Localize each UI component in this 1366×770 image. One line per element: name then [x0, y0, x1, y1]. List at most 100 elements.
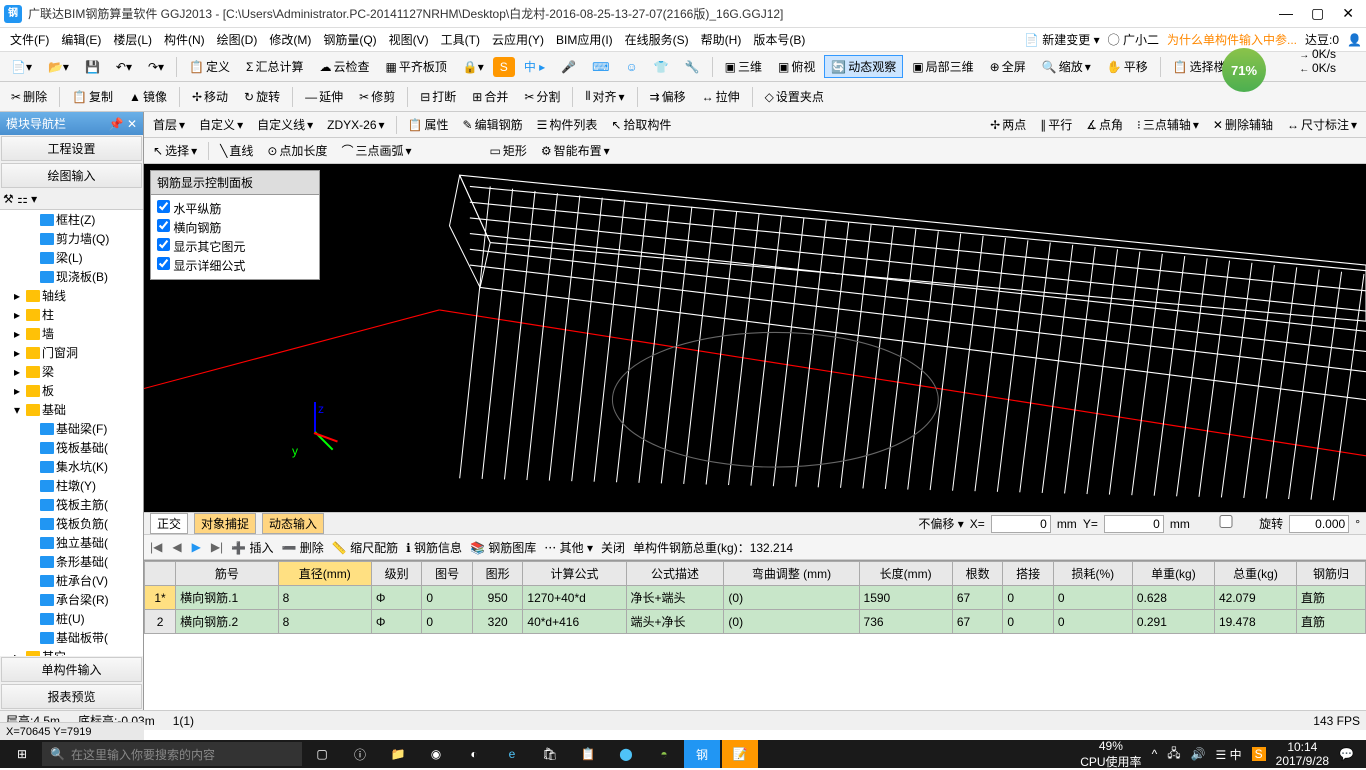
col-header[interactable]: 长度(mm)	[859, 562, 952, 586]
minimize-button[interactable]: —	[1279, 5, 1293, 22]
grid-cell[interactable]: 1590	[859, 586, 952, 610]
taskbar-search[interactable]: 🔍 在这里输入你要搜索的内容	[42, 742, 302, 766]
col-header[interactable]	[145, 562, 176, 586]
delete-button[interactable]: ✂ 删除	[4, 85, 54, 108]
grid-cell[interactable]: 0	[1053, 610, 1132, 634]
redo-button[interactable]: ↷▾	[141, 57, 171, 77]
tree-node[interactable]: ▾ 基础	[0, 400, 143, 419]
merge-button[interactable]: ⊞ 合并	[465, 85, 515, 108]
props-button[interactable]: 📋 属性	[403, 115, 454, 134]
trim-button[interactable]: ✂ 修剪	[352, 85, 402, 108]
tray-s-icon[interactable]: S	[1252, 747, 1266, 761]
shirt-icon[interactable]: 👕	[647, 57, 676, 77]
zoom-button[interactable]: 🔍 缩放 ▾	[1035, 55, 1098, 78]
grid-cell[interactable]: 0	[1003, 610, 1054, 634]
code-select[interactable]: ZDYX-26 ▾	[322, 117, 389, 133]
3d-button[interactable]: ▣ 三维	[718, 55, 769, 78]
tree-node[interactable]: 现浇板(B)	[0, 267, 143, 286]
align-top-button[interactable]: ▦ 平齐板顶	[378, 55, 453, 78]
s-button[interactable]: S	[493, 57, 515, 77]
tree-node[interactable]: 基础板带(	[0, 628, 143, 647]
rotate-checkbox[interactable]	[1196, 515, 1256, 528]
grid-cell[interactable]: 42.079	[1214, 586, 1296, 610]
col-header[interactable]: 计算公式	[523, 562, 626, 586]
grid-cell[interactable]: 2	[145, 610, 176, 634]
grid-cell[interactable]: Φ	[371, 610, 422, 634]
grid-cell[interactable]: 端头+净长	[626, 610, 724, 634]
app5-icon[interactable]: ◓	[646, 740, 682, 768]
custom-select[interactable]: 自定义 ▾	[194, 115, 248, 134]
col-header[interactable]: 公式描述	[626, 562, 724, 586]
close-button[interactable]: 关闭	[601, 539, 625, 556]
grid-cell[interactable]: 0.628	[1132, 586, 1214, 610]
app4-icon[interactable]: ⬤	[608, 740, 644, 768]
fullscreen-button[interactable]: ⊕ 全屏	[983, 55, 1033, 78]
col-header[interactable]: 损耗(%)	[1053, 562, 1132, 586]
save-button[interactable]: 💾	[78, 57, 107, 77]
x-input[interactable]	[991, 515, 1051, 533]
tray-ime-icon[interactable]: ☰ 中	[1216, 746, 1242, 763]
point-length-tool[interactable]: ⊙ 点加长度	[262, 141, 332, 160]
app2-icon[interactable]: ◐	[456, 740, 492, 768]
parallel-button[interactable]: ∥ 平行	[1035, 115, 1077, 134]
report-preview-button[interactable]: 报表预览	[1, 684, 142, 709]
edit-rebar-button[interactable]: ✎ 编辑钢筋	[458, 115, 528, 134]
grid-cell[interactable]: 0	[1003, 586, 1054, 610]
cloud-check-button[interactable]: ☁ 云检查	[312, 55, 376, 78]
menu-10[interactable]: BIM应用(I)	[550, 31, 619, 48]
menu-5[interactable]: 修改(M)	[263, 31, 317, 48]
tree-node[interactable]: ▸ 轴线	[0, 286, 143, 305]
tree-tools[interactable]: ⚒ ⚏ ▾	[0, 189, 143, 210]
open-button[interactable]: 📂▾	[41, 57, 76, 77]
tree-node[interactable]: ▸ 墙	[0, 324, 143, 343]
lock-button[interactable]: 🔒▾	[456, 57, 491, 77]
break-button[interactable]: ⊟ 打断	[413, 85, 463, 108]
tree-node[interactable]: ▸ 板	[0, 381, 143, 400]
menu-6[interactable]: 钢筋量(Q)	[317, 31, 382, 48]
tree-node[interactable]: 剪力墙(Q)	[0, 229, 143, 248]
arc-tool[interactable]: ⌒ 三点画弧 ▾	[336, 141, 416, 160]
col-header[interactable]: 弯曲调整 (mm)	[724, 562, 859, 586]
grid-cell[interactable]: 1*	[145, 586, 176, 610]
rotate-button[interactable]: ↻ 旋转	[237, 85, 287, 108]
mirror-button[interactable]: ▲ 镜像	[122, 85, 174, 108]
tree-node[interactable]: 桩(U)	[0, 609, 143, 628]
menu-2[interactable]: 楼层(L)	[107, 31, 158, 48]
ie-icon[interactable]: ⓘ	[342, 740, 378, 768]
undo-button[interactable]: ↶▾	[109, 57, 139, 77]
grid-cell[interactable]: 67	[952, 586, 1003, 610]
tree-node[interactable]: 承台梁(R)	[0, 590, 143, 609]
panel-check[interactable]: 显示其它图元	[157, 237, 313, 256]
col-header[interactable]: 图形	[472, 562, 523, 586]
guang-button[interactable]: ◯ 广小二	[1108, 31, 1159, 48]
notif-icon[interactable]: 💬	[1339, 747, 1354, 761]
project-settings-button[interactable]: 工程设置	[1, 136, 142, 161]
tree-node[interactable]: 独立基础(	[0, 533, 143, 552]
panel-check[interactable]: 水平纵筋	[157, 199, 313, 218]
three-point-axis-button[interactable]: ⁝ 三点辅轴 ▾	[1132, 115, 1204, 134]
menu-9[interactable]: 云应用(Y)	[486, 31, 550, 48]
line-tool[interactable]: ╲ 直线	[215, 141, 258, 160]
tree-node[interactable]: 条形基础(	[0, 552, 143, 571]
user-icon[interactable]: 👤	[1347, 33, 1362, 47]
app1-icon[interactable]: ◉	[418, 740, 454, 768]
customline-select[interactable]: 自定义线 ▾	[252, 115, 318, 134]
col-header[interactable]: 钢筋归	[1297, 562, 1366, 586]
tree-node[interactable]: ▸ 其它	[0, 647, 143, 656]
floor-select[interactable]: 首层 ▾	[148, 115, 190, 134]
tree-node[interactable]: 基础梁(F)	[0, 419, 143, 438]
keyboard-icon[interactable]: ⌨	[585, 57, 616, 77]
rebar-grid[interactable]: 筋号直径(mm)级别图号图形计算公式公式描述弯曲调整 (mm)长度(mm)根数搭…	[144, 560, 1366, 710]
grid-cell[interactable]: (0)	[724, 610, 859, 634]
grid-cell[interactable]: 横向钢筋.1	[176, 586, 279, 610]
grid-cell[interactable]: 1270+40*d	[523, 586, 626, 610]
select-tool[interactable]: ↖ 选择 ▾	[148, 141, 202, 160]
app3-icon[interactable]: 📋	[570, 740, 606, 768]
local-3d-button[interactable]: ▣ 局部三维	[905, 55, 980, 78]
panel-check[interactable]: 横向钢筋	[157, 218, 313, 237]
col-header[interactable]: 图号	[422, 562, 473, 586]
grid-cell[interactable]: 40*d+416	[523, 610, 626, 634]
menu-13[interactable]: 版本号(B)	[747, 31, 811, 48]
menu-3[interactable]: 构件(N)	[158, 31, 211, 48]
grid-cell[interactable]: 0	[422, 610, 473, 634]
